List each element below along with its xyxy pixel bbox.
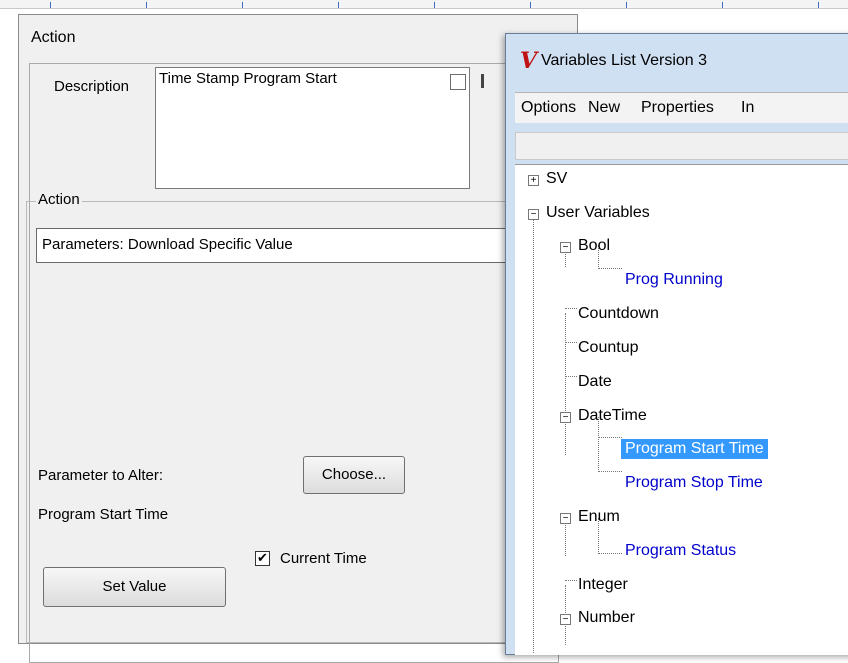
collapse-datetime-icon[interactable]: − bbox=[560, 412, 571, 423]
collapse-enum-icon[interactable]: − bbox=[560, 513, 571, 524]
top-ruler bbox=[0, 0, 848, 9]
toolbar bbox=[515, 132, 848, 160]
menu-properties[interactable]: Properties bbox=[641, 99, 714, 117]
collapse-bool-icon[interactable]: − bbox=[560, 242, 571, 253]
tree-item-enum[interactable]: Enum bbox=[578, 508, 620, 526]
tree-item-user-variables[interactable]: User Variables bbox=[546, 204, 650, 222]
clipped-control bbox=[481, 74, 484, 88]
tree-item-program-stop-time[interactable]: Program Stop Time bbox=[625, 474, 763, 492]
tree-item-date[interactable]: Date bbox=[578, 373, 612, 391]
variables-tree[interactable]: + − − − − − SV User Variables Bool Prog … bbox=[515, 164, 848, 655]
action-group-label: Action bbox=[36, 191, 82, 208]
tree-item-sv[interactable]: SV bbox=[546, 170, 567, 188]
parameter-value: Program Start Time bbox=[38, 506, 169, 523]
window-title: Variables List Version 3 bbox=[541, 52, 708, 69]
collapse-user-variables-icon[interactable]: − bbox=[528, 209, 539, 220]
description-textarea[interactable]: Time Stamp Program Start bbox=[155, 67, 470, 189]
choose-button[interactable]: Choose... bbox=[303, 456, 405, 494]
tree-item-countdown[interactable]: Countdown bbox=[578, 305, 659, 323]
current-time-checkbox[interactable]: ✔ bbox=[255, 551, 270, 566]
parameters-list-item[interactable]: Parameters: Download Specific Value bbox=[36, 228, 536, 263]
menu-options[interactable]: Options bbox=[521, 99, 576, 117]
set-value-button[interactable]: Set Value bbox=[43, 567, 226, 607]
parameter-to-alter-label: Parameter to Alter: bbox=[38, 467, 164, 484]
tree-item-bool[interactable]: Bool bbox=[578, 237, 610, 255]
variables-list-window: V Variables List Version 3 Options New P… bbox=[505, 33, 848, 655]
dialog-title: Action bbox=[31, 29, 76, 46]
description-label: Description bbox=[54, 78, 130, 95]
tree-item-integer[interactable]: Integer bbox=[578, 576, 628, 594]
menu-bar: Options New Properties In bbox=[515, 92, 848, 123]
option-checkbox[interactable] bbox=[450, 74, 466, 90]
tree-item-program-start-time[interactable]: Program Start Time bbox=[621, 439, 768, 459]
current-time-label: Current Time bbox=[280, 550, 367, 567]
tree-item-datetime[interactable]: DateTime bbox=[578, 407, 647, 425]
tree-item-prog-running[interactable]: Prog Running bbox=[625, 271, 723, 289]
expand-sv-icon[interactable]: + bbox=[528, 175, 539, 186]
menu-new[interactable]: New bbox=[588, 99, 620, 117]
app-logo-icon: V bbox=[520, 48, 538, 74]
tree-item-program-status[interactable]: Program Status bbox=[625, 542, 736, 560]
menu-in[interactable]: In bbox=[741, 99, 754, 117]
collapse-number-icon[interactable]: − bbox=[560, 614, 571, 625]
tree-item-number[interactable]: Number bbox=[578, 609, 635, 627]
tree-item-countup[interactable]: Countup bbox=[578, 339, 639, 357]
